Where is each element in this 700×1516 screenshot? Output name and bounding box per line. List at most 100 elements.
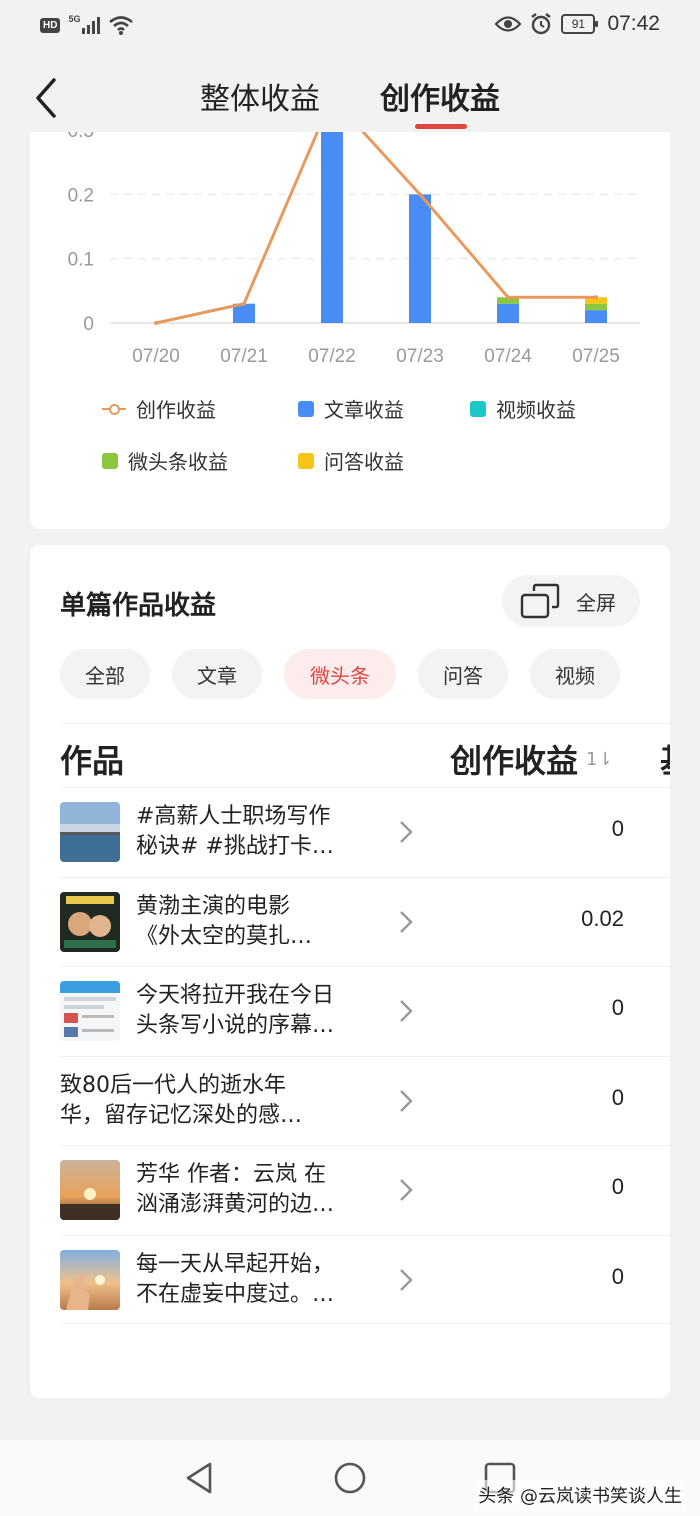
work-title-line2: 《外太空的莫扎…: [136, 923, 313, 949]
column-header-income[interactable]: 创作收益 1⇂: [450, 736, 613, 782]
chevron-right-icon: [400, 1268, 413, 1291]
x-tick-label: 07/24: [484, 346, 532, 367]
works-table-header: 作品 创作收益 1⇂ 基: [60, 723, 670, 787]
thumbnail-sunset: [60, 1160, 120, 1220]
line-point: [242, 301, 246, 306]
filter-video[interactable]: 视频: [530, 649, 620, 699]
nav-home-icon[interactable]: [332, 1460, 368, 1496]
work-title-line1: 黄渤主演的电影: [136, 893, 291, 919]
x-tick-label: 07/20: [132, 346, 180, 367]
table-row[interactable]: 致80后一代人的逝水年 华，留存记忆深处的感… 0: [60, 1055, 670, 1146]
income-chart-card: 00.10.20.307/2007/2107/2207/2307/2407/25…: [30, 104, 670, 529]
filter-qa[interactable]: 问答: [418, 649, 508, 699]
table-row[interactable]: 每一天从早起开始， 不在虚妄中度过。… 0: [60, 1234, 670, 1324]
bar-07-23: [409, 194, 431, 323]
active-tab-indicator: [415, 124, 467, 129]
table-row[interactable]: 今天将拉开我在今日 头条写小说的序幕… 0: [60, 966, 670, 1056]
watermark-text: 头条 @云岚读书笑谈人生: [474, 1480, 686, 1510]
y-tick-label: 0.2: [68, 185, 94, 206]
sort-icon[interactable]: 1⇂: [586, 749, 613, 770]
legend-item[interactable]: 微头条收益: [102, 446, 228, 475]
column-header-income-label: 创作收益: [450, 742, 579, 780]
works-income-card: 单篇作品收益 全屏 全部 文章 微头条 问答 视频 作品 创作收益 1⇂ 基: [30, 545, 670, 1398]
work-type-filters: 全部 文章 微头条 问答 视频: [60, 649, 620, 699]
legend-label: 微头条收益: [128, 450, 228, 474]
legend-item[interactable]: 创作收益: [102, 394, 216, 423]
legend-item[interactable]: 文章收益: [298, 394, 404, 423]
work-title: 每一天从早起开始， 不在虚妄中度过。…: [136, 1250, 376, 1310]
table-row[interactable]: #高薪人士职场写作 秘诀# #挑战打卡… 0: [60, 787, 670, 877]
work-income-value: 0: [611, 1263, 624, 1289]
line-series-creation-income: [155, 104, 596, 325]
legend-label: 创作收益: [136, 398, 216, 422]
filter-all[interactable]: 全部: [60, 649, 150, 699]
work-title-line1: #高薪人士职场写作: [136, 804, 331, 829]
works-section-title: 单篇作品收益: [60, 591, 217, 621]
work-title-line1: 今天将拉开我在今日: [136, 983, 335, 1008]
legend-item[interactable]: 问答收益: [298, 446, 404, 475]
income-chart: 00.10.20.307/2007/2107/2207/2307/2407/25: [68, 104, 640, 367]
alarm-icon: [531, 13, 552, 35]
work-income-value: 0: [611, 1174, 624, 1199]
work-title-line1: 每一天从早起开始，: [136, 1251, 335, 1277]
bar-07-24: [497, 303, 519, 323]
x-tick-label: 07/21: [220, 346, 268, 367]
legend-label: 问答收益: [324, 450, 404, 474]
work-title: 致80后一代人的逝水年 华，留存记忆深处的感…: [60, 1071, 360, 1131]
thumbnail-hand-sunrise: [60, 1249, 120, 1310]
tab-creation-income[interactable]: 创作收益: [380, 74, 500, 118]
column-header-work: 作品: [60, 742, 125, 780]
tab-overall-income[interactable]: 整体收益: [200, 74, 320, 118]
x-tick-label: 07/25: [572, 346, 620, 367]
top-nav: 整体收益 创作收益: [0, 56, 700, 132]
back-arrow-icon[interactable]: [28, 74, 68, 122]
filter-article[interactable]: 文章: [172, 649, 262, 699]
work-title: 今天将拉开我在今日 头条写小说的序幕…: [136, 981, 376, 1041]
column-header-partial: 基: [660, 736, 670, 782]
work-title-line2: 头条写小说的序幕…: [136, 1013, 335, 1038]
status-time: 07:42: [607, 12, 660, 35]
status-left: HD 5G: [40, 14, 134, 36]
fullscreen-button[interactable]: 全屏: [502, 575, 640, 627]
y-tick-label: 0: [83, 314, 94, 335]
chevron-right-icon: [400, 910, 413, 933]
bar-07-22: [321, 104, 343, 323]
work-income-value: 0: [611, 816, 624, 841]
eye-icon: [495, 16, 522, 32]
hd-badge: HD: [40, 17, 61, 33]
x-tick-label: 07/23: [396, 346, 444, 367]
thumbnail-movie-poster: [60, 891, 120, 952]
legend-swatch: [102, 452, 118, 469]
thumbnail-app-screenshot: [60, 981, 120, 1041]
legend-label: 视频收益: [496, 398, 576, 422]
work-title-line2: 华，留存记忆深处的感…: [60, 1102, 303, 1128]
status-right: 91 07:42: [495, 12, 660, 36]
thumbnail-lake: [60, 802, 120, 862]
line-point: [418, 192, 422, 197]
x-tick-label: 07/22: [308, 346, 356, 367]
y-tick-label: 0.1: [68, 250, 94, 271]
legend-swatch: [102, 401, 126, 417]
wifi-icon: [109, 16, 134, 35]
work-title: 黄渤主演的电影 《外太空的莫扎…: [136, 892, 376, 952]
work-title-line2: 秘诀# #挑战打卡…: [136, 834, 334, 859]
line-point: [506, 295, 510, 300]
line-point: [154, 321, 158, 325]
work-income-value: 0: [611, 1084, 624, 1110]
legend-label: 文章收益: [324, 398, 404, 422]
network-type: 5G: [68, 14, 81, 24]
work-title-line2: 不在虚妄中度过。…: [136, 1281, 335, 1307]
fullscreen-icon: [520, 583, 560, 619]
bar-07-25: [585, 310, 607, 323]
nav-back-icon[interactable]: [182, 1460, 218, 1496]
legend-item[interactable]: 视频收益: [470, 394, 576, 423]
table-row[interactable]: 芳华 作者：云岚 在 汹涌澎湃黄河的边… 0: [60, 1145, 670, 1235]
chevron-right-icon: [400, 1179, 413, 1201]
work-title: #高薪人士职场写作 秘诀# #挑战打卡…: [136, 802, 376, 862]
filter-micro-post[interactable]: 微头条: [284, 649, 396, 699]
battery-icon: 91: [561, 14, 599, 34]
work-title: 芳华 作者：云岚 在 汹涌澎湃黄河的边…: [136, 1160, 376, 1220]
work-income-value: 0.02: [581, 905, 624, 931]
line-point: [594, 295, 598, 300]
table-row[interactable]: 黄渤主演的电影 《外太空的莫扎… 0.02: [60, 876, 670, 967]
